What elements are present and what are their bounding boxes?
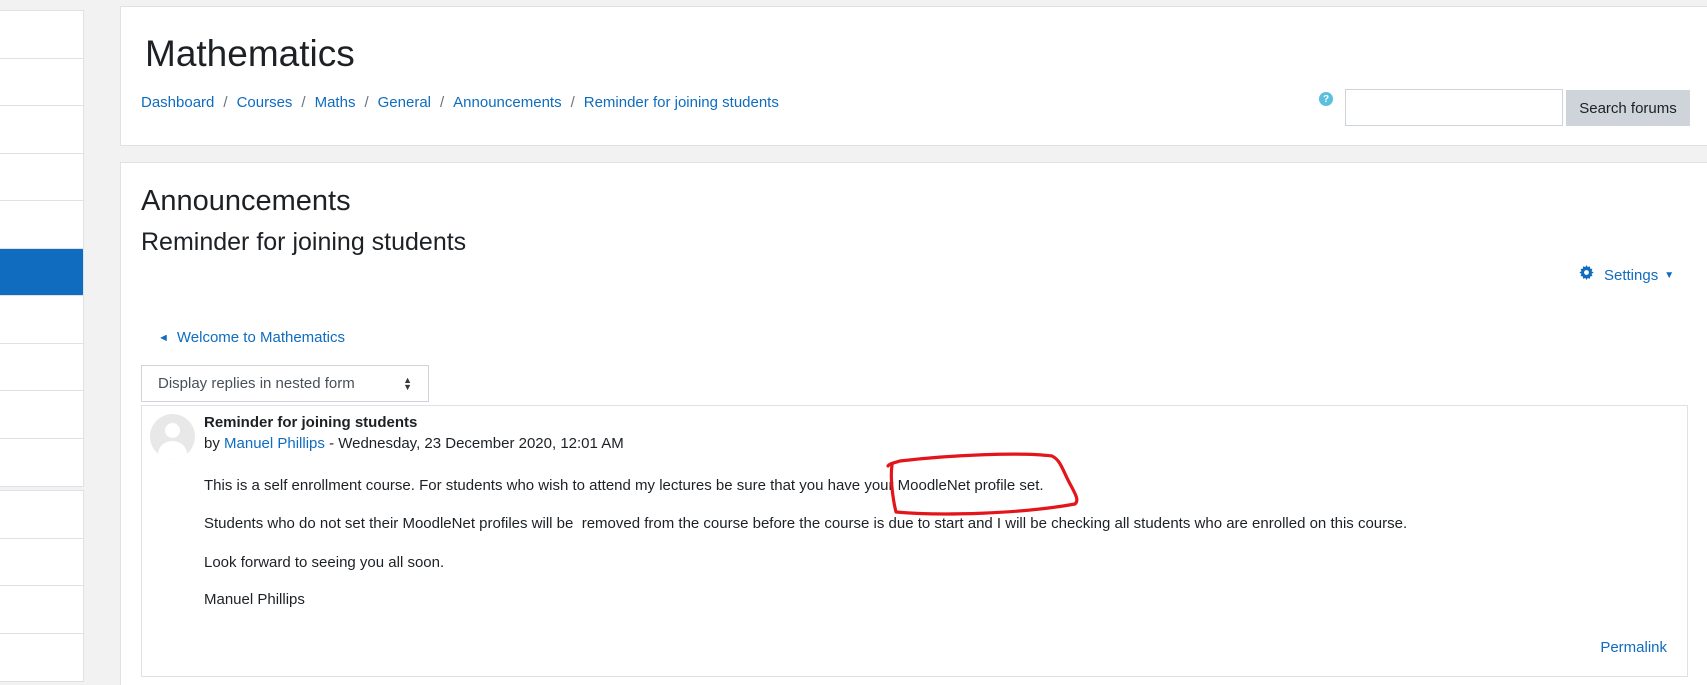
nav-item[interactable]: [0, 201, 83, 249]
gear-icon: [1579, 265, 1594, 285]
search-forums-input[interactable]: [1345, 89, 1563, 126]
nav-item[interactable]: [0, 296, 83, 344]
post-paragraph: This is a self enrollment course. For st…: [204, 477, 1044, 494]
breadcrumb-separator: /: [301, 94, 306, 111]
main-content: Announcements Reminder for joining stude…: [120, 162, 1707, 685]
nav-block-secondary: [0, 490, 84, 682]
prev-discussion-label: Welcome to Mathematics: [176, 329, 346, 346]
post-signature: Manuel Phillips: [204, 591, 305, 608]
display-mode-value: Display replies in nested form: [158, 375, 355, 392]
course-title: Mathematics: [145, 33, 355, 74]
by-prefix: by: [204, 435, 220, 452]
post-paragraph: Look forward to seeing you all soon.: [204, 554, 445, 571]
avatar[interactable]: [150, 414, 195, 459]
caret-down-icon: ▼: [1664, 269, 1675, 281]
settings-menu-button[interactable]: Settings ▼: [1579, 265, 1674, 285]
nav-item[interactable]: [0, 491, 83, 539]
breadcrumb-announcements[interactable]: Announcements: [453, 94, 561, 111]
avatar-head-shape: [165, 423, 180, 438]
post-author-link[interactable]: Manuel Phillips: [224, 435, 325, 452]
settings-label: Settings: [1604, 266, 1659, 284]
nav-item[interactable]: [0, 153, 83, 201]
breadcrumb-dashboard[interactable]: Dashboard: [141, 94, 214, 111]
nav-item[interactable]: [0, 438, 83, 486]
nav-item[interactable]: [0, 58, 83, 106]
prev-discussion-link[interactable]: ◄ Welcome to Mathematics: [158, 329, 345, 346]
breadcrumb-separator: /: [570, 94, 575, 111]
post-date: - Wednesday, 23 December 2020, 12:01 AM: [324, 435, 624, 452]
breadcrumb-current-discussion[interactable]: Reminder for joining students: [584, 94, 779, 111]
breadcrumb-separator: /: [364, 94, 369, 111]
page-header: Mathematics Dashboard / Courses / Maths …: [120, 6, 1707, 146]
left-nav-drawer: [0, 0, 84, 685]
nav-item[interactable]: [0, 343, 83, 391]
nav-item[interactable]: [0, 106, 83, 154]
nav-item[interactable]: [0, 391, 83, 439]
nav-item[interactable]: [0, 538, 83, 586]
breadcrumb-courses[interactable]: Courses: [237, 94, 293, 111]
forum-name: Announcements: [141, 185, 351, 217]
post-paragraph: Students who do not set their MoodleNet …: [204, 515, 1408, 532]
breadcrumb-separator: /: [440, 94, 445, 111]
question-circle-icon[interactable]: ?: [1319, 92, 1333, 106]
post-subject: Reminder for joining students: [204, 414, 418, 431]
breadcrumb-separator: /: [223, 94, 228, 111]
discussion-title: Reminder for joining students: [141, 228, 467, 256]
breadcrumb-maths[interactable]: Maths: [315, 94, 356, 111]
forum-post: Reminder for joining students by Manuel …: [141, 405, 1688, 677]
avatar-body-shape: [158, 441, 187, 459]
nav-item[interactable]: [0, 633, 83, 681]
triangle-left-icon: ◄: [158, 331, 169, 344]
select-arrows-icon: ▲ ▼: [403, 374, 412, 392]
nav-block-primary: [0, 10, 84, 487]
nav-item[interactable]: [0, 586, 83, 634]
breadcrumb: Dashboard / Courses / Maths / General / …: [141, 94, 779, 111]
post-byline: by Manuel Phillips - Wednesday, 23 Decem…: [204, 435, 624, 452]
nav-item[interactable]: [0, 11, 83, 59]
display-mode-select[interactable]: Display replies in nested form ▲ ▼: [141, 365, 429, 402]
permalink-link[interactable]: Permalink: [1600, 639, 1667, 656]
breadcrumb-general[interactable]: General: [378, 94, 431, 111]
nav-item-active[interactable]: [0, 248, 83, 296]
search-forums-button[interactable]: Search forums: [1566, 90, 1690, 126]
